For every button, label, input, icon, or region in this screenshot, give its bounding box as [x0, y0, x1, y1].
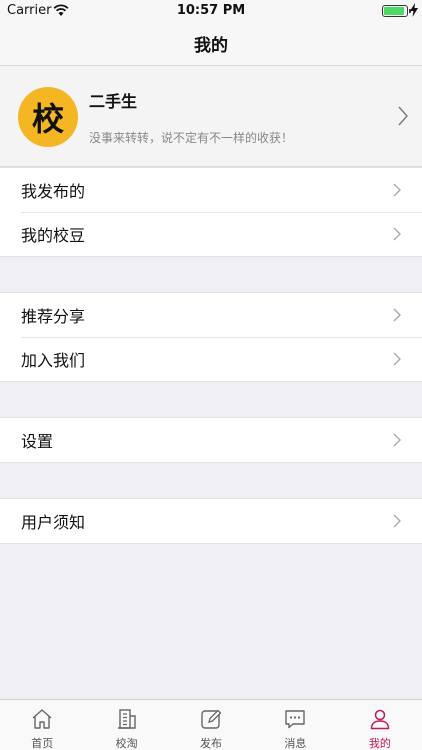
menu-item-my-beans[interactable]: 我的校豆 — [0, 212, 422, 256]
chevron-right-icon — [393, 352, 401, 366]
chevron-right-icon — [398, 106, 408, 126]
battery-icon — [382, 5, 411, 17]
person-icon — [370, 709, 390, 730]
page-title: 我的 — [194, 36, 228, 56]
menu-group-4: 用户须知 — [0, 498, 422, 544]
menu-item-my-posts[interactable]: 我发布的 — [0, 168, 422, 212]
tab-label: 校淘 — [115, 737, 138, 750]
profile-card[interactable]: 校 二手生 没事来转转，说不定有不一样的收获！ — [0, 66, 422, 167]
profile-name: 二手生 — [89, 92, 138, 111]
chevron-right-icon — [393, 183, 401, 197]
edit-icon — [201, 709, 222, 729]
menu-item-label: 用户须知 — [21, 513, 86, 532]
tab-home[interactable]: 首页 — [0, 700, 84, 750]
chevron-right-icon — [393, 433, 401, 447]
tab-campus-market[interactable]: 校淘 — [84, 700, 168, 750]
tab-label: 发布 — [200, 737, 223, 750]
chevron-right-icon — [393, 227, 401, 241]
tab-label: 我的 — [368, 737, 391, 750]
tab-messages[interactable]: 消息 — [253, 700, 337, 750]
menu-group-3: 设置 — [0, 417, 422, 463]
status-bar: Carrier 10:57 PM — [0, 0, 422, 22]
menu-item-label: 我的校豆 — [21, 226, 86, 245]
menu-group-1: 我发布的 我的校豆 — [0, 167, 422, 257]
menu-item-share[interactable]: 推荐分享 — [0, 293, 422, 337]
tab-bar: 首页 校淘 发布 消息 我的 — [0, 699, 422, 750]
menu-item-label: 我发布的 — [21, 182, 86, 201]
tab-publish[interactable]: 发布 — [169, 700, 253, 750]
clock: 10:57 PM — [176, 3, 246, 18]
menu-item-label: 推荐分享 — [21, 307, 86, 326]
message-icon — [285, 710, 306, 729]
avatar: 校 — [18, 87, 78, 147]
menu-item-join-us[interactable]: 加入我们 — [0, 337, 422, 381]
tab-label: 消息 — [284, 737, 307, 750]
charging-icon — [410, 3, 418, 17]
menu-item-settings[interactable]: 设置 — [0, 418, 422, 462]
menu-group-2: 推荐分享 加入我们 — [0, 292, 422, 382]
chevron-right-icon — [393, 308, 401, 322]
tab-mine[interactable]: 我的 — [338, 700, 422, 750]
profile-motto: 没事来转转，说不定有不一样的收获！ — [89, 131, 294, 145]
menu-item-label: 加入我们 — [21, 351, 86, 370]
tab-label: 首页 — [31, 737, 54, 750]
home-icon — [32, 709, 52, 729]
building-icon — [117, 709, 136, 729]
avatar-text: 校 — [31, 100, 64, 138]
navigation-bar: 我的 — [0, 22, 422, 66]
menu-item-label: 设置 — [21, 432, 54, 451]
menu-item-user-notice[interactable]: 用户须知 — [0, 499, 422, 543]
chevron-right-icon — [393, 514, 401, 528]
